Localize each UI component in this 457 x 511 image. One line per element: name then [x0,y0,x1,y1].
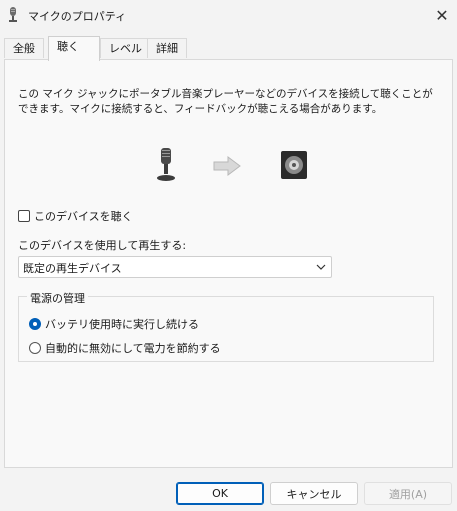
radio-keep-running-label: バッテリ使用時に実行し続ける [45,318,199,331]
tab-levels[interactable]: レベル [100,38,151,58]
radio-keep-running[interactable]: バッテリ使用時に実行し続ける [29,316,199,332]
apply-button[interactable]: 適用(A) [364,482,452,505]
title-bar: マイクのプロパティ ✕ [0,0,457,30]
ok-button[interactable]: OK [176,482,264,505]
playback-device-value: 既定の再生デバイス [23,262,122,275]
tab-general[interactable]: 全般 [4,38,44,58]
chevron-down-icon [316,264,326,270]
listen-checkbox[interactable] [18,210,30,222]
close-button[interactable]: ✕ [428,2,456,28]
arrow-right-icon [213,156,241,176]
radio-keep-running-button[interactable] [29,318,41,330]
radio-auto-disable[interactable]: 自動的に無効にして電力を節約する [29,340,221,356]
tab-listen[interactable]: 聴く [48,36,100,61]
power-management-title: 電源の管理 [27,290,88,306]
playback-device-select[interactable]: 既定の再生デバイス [18,256,332,278]
tab-advanced[interactable]: 詳細 [147,38,187,58]
listen-checkbox-row[interactable]: このデバイスを聴く [18,208,133,224]
playback-label: このデバイスを使用して再生する: [18,239,187,252]
speaker-icon [281,151,307,179]
cancel-button[interactable]: キャンセル [270,482,358,505]
radio-auto-disable-label: 自動的に無効にして電力を節約する [45,342,221,355]
microphone-icon [9,7,17,22]
radio-auto-disable-button[interactable] [29,342,41,354]
microphone-device-icon [157,148,175,181]
listen-description: この マイク ジャックにポータブル音楽プレーヤーなどのデバイスを接続して聴くこと… [18,88,433,115]
tab-strip: 全般 聴く レベル 詳細 [4,36,453,61]
listen-checkbox-label: このデバイスを聴く [34,210,133,223]
close-icon: ✕ [435,5,449,25]
window-title: マイクのプロパティ [28,10,127,23]
